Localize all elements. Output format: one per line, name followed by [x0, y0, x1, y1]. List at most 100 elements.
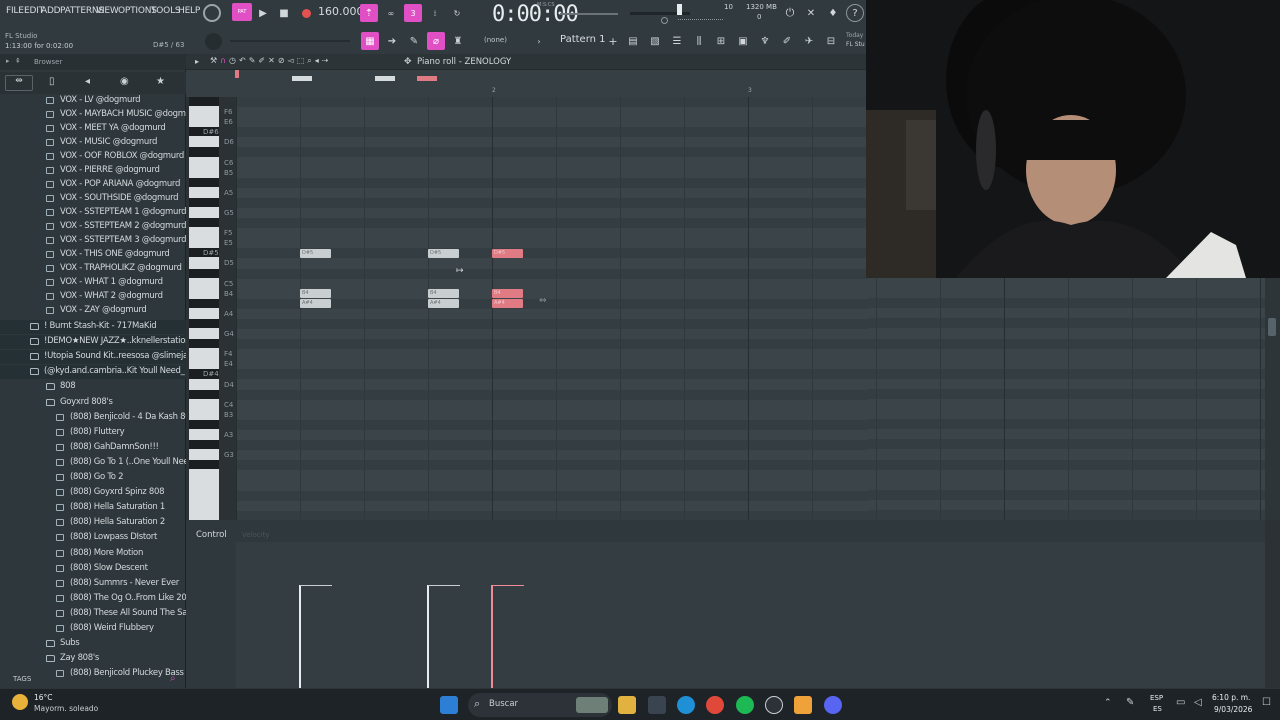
channel-rack-button[interactable]: ☰: [668, 32, 686, 50]
arrow-button[interactable]: ➔: [383, 32, 401, 50]
weather-desc[interactable]: Mayorm. soleado: [34, 704, 98, 713]
black-key[interactable]: [189, 440, 219, 450]
menu-view[interactable]: VIEW: [96, 6, 119, 16]
select-icon[interactable]: ⬚: [297, 56, 305, 66]
black-key[interactable]: [189, 318, 219, 329]
master-volume-slider[interactable]: [560, 13, 618, 15]
volume-icon[interactable]: ◁: [1194, 697, 1202, 708]
browser-file[interactable]: VOX - SSTEPTEAM 2 @dogmurd: [0, 220, 186, 234]
stop-button[interactable]: ■: [275, 4, 293, 22]
store-icon[interactable]: [648, 696, 666, 714]
piano-keyboard[interactable]: [189, 97, 219, 520]
black-key[interactable]: [189, 197, 219, 207]
chrome-icon[interactable]: [706, 696, 724, 714]
browser-file[interactable]: (808) These All Sound The Same: [0, 607, 186, 621]
play-button[interactable]: ▶: [254, 4, 272, 22]
snap-button[interactable]: ▦: [361, 32, 379, 50]
menu-tools[interactable]: TOOLS: [151, 6, 181, 16]
vertical-scrollbar[interactable]: [1265, 278, 1280, 520]
touch-button[interactable]: ✈: [800, 32, 818, 50]
browser-options-icon[interactable]: ▸: [6, 57, 10, 65]
tab-files[interactable]: ▯: [49, 76, 55, 87]
black-key[interactable]: [189, 218, 219, 228]
browser-file[interactable]: VOX - SSTEPTEAM 3 @dogmurd: [0, 234, 186, 248]
note[interactable]: A#4: [428, 299, 459, 309]
magnet-icon[interactable]: ∩: [220, 56, 226, 66]
clock-date[interactable]: 9/03/2026: [1214, 705, 1252, 714]
note-grid-extension[interactable]: [868, 278, 1265, 520]
note[interactable]: A#4: [300, 299, 331, 309]
undo-icon[interactable]: ↶: [239, 56, 246, 66]
menu-add[interactable]: ADD: [41, 6, 61, 16]
notification-icon[interactable]: ☐: [1262, 697, 1271, 708]
browser-file[interactable]: VOX - THIS ONE @dogmurd: [0, 248, 186, 262]
pen-icon[interactable]: ✎: [1126, 697, 1134, 708]
browser-file[interactable]: VOX - WHAT 2 @dogmurd: [0, 290, 186, 304]
cpu-wheel-icon[interactable]: [203, 4, 221, 22]
browser-file[interactable]: (808) Fluttery: [0, 426, 186, 440]
piano-roll-button[interactable]: ▧: [646, 32, 664, 50]
channel-select[interactable]: (none): [484, 36, 507, 44]
taskbar-search[interactable]: ⌕ Buscar: [468, 693, 612, 717]
swing-slider[interactable]: [230, 40, 350, 42]
scroll-thumb[interactable]: [1268, 318, 1276, 336]
browser-file[interactable]: VOX - MEET YA @dogmurd: [0, 122, 186, 136]
draw-button[interactable]: ✎: [405, 32, 423, 50]
browser-folder[interactable]: Subs: [0, 637, 186, 651]
browser-file[interactable]: (808) Benjicold - 4 Da Kash 808: [0, 411, 186, 425]
weather-icon[interactable]: [12, 694, 28, 710]
browser-file[interactable]: VOX - TRAPHOLIKZ @dogmurd: [0, 262, 186, 276]
mic-button[interactable]: ♦: [824, 4, 842, 22]
black-key[interactable]: [189, 460, 219, 470]
master-knob[interactable]: [205, 33, 222, 50]
browser-file[interactable]: (808) More Motion: [0, 547, 186, 561]
velocity-lane[interactable]: [236, 542, 1265, 710]
browser-folder[interactable]: !DEMO★NEW JAZZ★..kknellerstation: [0, 335, 186, 350]
browser-file[interactable]: (808) Hella Saturation 1: [0, 501, 186, 515]
black-key[interactable]: [189, 298, 219, 308]
pin-icon[interactable]: ⇞: [15, 57, 21, 65]
note[interactable]: D#5: [428, 248, 459, 258]
discord-icon[interactable]: [824, 696, 842, 714]
pattern-selector[interactable]: Pattern 1: [560, 34, 606, 45]
note[interactable]: D#5: [492, 248, 523, 258]
mixer-button[interactable]: ⫼: [690, 32, 708, 50]
weather-temp[interactable]: 16°C: [34, 693, 53, 702]
browser-file[interactable]: VOX - SOUTHSIDE @dogmurd: [0, 192, 186, 206]
browser-file[interactable]: VOX - MUSIC @dogmurd: [0, 136, 186, 150]
target-arrow-icon[interactable]: ✥: [404, 57, 412, 67]
countdown-button[interactable]: 3: [404, 4, 422, 22]
browser-toggle-button[interactable]: ▣: [734, 32, 752, 50]
network-icon[interactable]: ▭: [1176, 697, 1185, 708]
menu-help[interactable]: HELP: [178, 6, 200, 16]
pitch-knob-icon[interactable]: [661, 17, 668, 24]
browser-folder[interactable]: Goyxrd 808's: [0, 396, 186, 410]
note[interactable]: B4: [492, 289, 523, 299]
browser-file[interactable]: (808) The Og O..From Like 2018: [0, 592, 186, 606]
time-icon[interactable]: ◷: [229, 56, 236, 66]
browser-file[interactable]: (808) Lowpass DIstort: [0, 531, 186, 545]
note-grid[interactable]: D#5 D#5 D#5 B4 A#4 B4 A#4 B4 A#4: [236, 97, 868, 520]
browser-file[interactable]: VOX - PIERRE @dogmurd: [0, 164, 186, 178]
playlist-button[interactable]: ▤: [624, 32, 642, 50]
language-indicator[interactable]: ESP: [1150, 694, 1163, 702]
browser-file[interactable]: VOX - ZAY @dogmurd: [0, 304, 186, 318]
browser-file[interactable]: (808) Goyxrd Spinz 808: [0, 486, 186, 500]
browser-file[interactable]: VOX - WHAT 1 @dogmurd: [0, 276, 186, 290]
metronome-button[interactable]: ⇡: [360, 4, 378, 22]
black-key[interactable]: [189, 339, 219, 349]
browser-file[interactable]: VOX - SSTEPTEAM 1 @dogmurd: [0, 206, 186, 220]
chevron-up-icon[interactable]: ⌃: [1104, 698, 1112, 708]
clock-time[interactable]: 6:10 p. m.: [1212, 693, 1250, 702]
browser-file[interactable]: VOX - LV @dogmurd: [0, 94, 186, 108]
plugin-db-button[interactable]: ♆: [756, 32, 774, 50]
timeline-ruler[interactable]: 2 3: [186, 70, 866, 97]
browser-file[interactable]: (808) Go To 2: [0, 471, 186, 485]
wait-input-button[interactable]: ∞: [382, 4, 400, 22]
browser-file[interactable]: (808) Go To 1 (..One Youll Need): [0, 456, 186, 470]
browser-file[interactable]: (808) Summrs - Never Ever: [0, 577, 186, 591]
zoom-icon[interactable]: ⌕: [307, 56, 311, 66]
fl-studio-taskbar-icon[interactable]: [794, 696, 812, 714]
note[interactable]: B4: [428, 289, 459, 299]
windows-start-icon[interactable]: [440, 696, 458, 714]
